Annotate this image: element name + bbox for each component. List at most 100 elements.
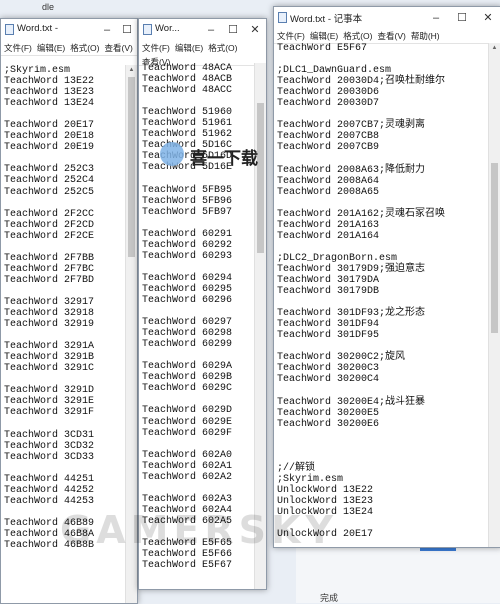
logo-icon [160,142,184,166]
text-line: TeachWord 6029A [142,361,233,373]
text-line: ;Skyrim.esm [4,65,71,76]
text-line: TeachWord E5F67 [142,560,233,572]
vertical-scrollbar[interactable]: ▲ [488,43,500,547]
maximize-button[interactable]: ☐ [449,7,475,29]
text-line [277,153,488,164]
text-line [277,441,488,452]
text-line: TeachWord 48ACC [142,85,233,97]
text-line: TeachWord 6029F [142,427,233,439]
text-area[interactable]: TeachWord E5F67 ;DLC1_DawnGuard.esm TeachW… [274,43,488,547]
text-line [277,297,488,308]
text-line: ;DLC1_DawnGuard.esm [277,65,392,77]
menu-file[interactable]: 文件(F) [274,29,307,43]
text-line [142,350,254,361]
scroll-thumb[interactable] [128,77,135,257]
menu-help[interactable]: 帮助(H) [408,29,442,43]
notepad-icon [143,24,152,35]
watermark-logo: 喜一下载 [160,140,280,174]
text-line: TeachWord 48ACA [142,63,233,74]
text-line: TeachWord 51962 [142,129,233,141]
text-line: TeachWord 201A163 [277,219,380,231]
status-text: 完成 [320,593,339,603]
title-bar[interactable]: Wor... – ☐ ✕ [139,19,266,41]
text-line: TeachWord 6029B [142,372,233,384]
text-line: TeachWord 201A162;灵魂石冢召唤 [277,208,446,220]
text-line: TeachWord 252C3 [4,164,95,176]
text-line: ;DLC2_DragonBorn.esm [277,252,398,264]
text-line [277,452,488,463]
menu-bar: 文件(F)编辑(E)格式(O)查看(V) [1,41,137,56]
text-line: TeachWord 30200C2;旋风 [277,352,406,364]
notepad-window-2: Wor... – ☐ ✕ 文件(F) 编辑(E) 格式(O)查看(V) TeachW… [138,18,267,590]
text-line: TeachWord 2F7BB [4,252,95,264]
text-line [277,242,488,253]
text-line: TeachWord 3CD32 [4,440,95,452]
text-line: TeachWord 3CD31 [4,429,95,441]
scroll-thumb[interactable] [257,103,264,253]
text-line: TeachWord 20030D6 [277,87,380,99]
text-line: TeachWord 301DF95 [277,330,380,342]
minimize-button[interactable]: – [200,19,222,41]
close-button[interactable]: ✕ [475,7,500,29]
text-line [142,306,254,317]
title-bar[interactable]: Word.txt - 记事本 – ☐ ✕ [274,7,500,29]
text-line: TeachWord 6029C [142,383,233,395]
notepad-icon [5,24,14,35]
menu-edit[interactable]: 编辑(E) [307,29,340,43]
text-line: TeachWord 3291A [4,341,95,353]
text-line [277,430,488,441]
text-line: TeachWord 2F2CC [4,208,95,220]
text-line: TeachWord 20E17 [4,120,95,132]
text-line: TeachWord 48ACB [142,74,233,86]
text-line: TeachWord 3CD33 [4,451,95,463]
minimize-button[interactable]: – [423,7,449,29]
text-line: TeachWord 20030D4;召唤杜耐维尔 [277,76,446,88]
text-line: TeachWord 30200E6 [277,418,380,430]
text-line: TeachWord 602A0 [142,449,233,461]
menu-file[interactable]: 文件(F) [1,41,34,55]
text-line: TeachWord 30200E4;战斗狂暴 [277,396,426,408]
text-line [4,198,125,209]
menu-edit[interactable]: 编辑(E) [34,41,67,55]
scroll-up-icon[interactable]: ▲ [126,65,137,75]
text-line: TeachWord 30200C3 [277,363,380,375]
scroll-up-icon[interactable]: ▲ [489,43,500,53]
menu-format[interactable]: 格式(O) [67,41,101,55]
menu-view[interactable]: 查看(V) [374,29,407,43]
menu-edit[interactable]: 编辑(E) [172,41,205,55]
text-line: TeachWord 51960 [142,107,233,119]
text-line [142,439,254,450]
maximize-button[interactable]: ☐ [222,19,244,41]
text-line: TeachWord 2007CB9 [277,142,380,154]
text-line: TeachWord 13E24 [4,98,95,110]
desktop-icon-label[interactable]: dle [42,2,54,12]
text-line: TeachWord 20030D7 [277,98,380,110]
minimize-button[interactable]: – [97,19,117,41]
text-line [4,109,125,120]
text-line [142,218,254,229]
menu-format[interactable]: 格式(O) [205,41,239,55]
text-line: TeachWord 3291B [4,352,95,364]
text-line: TeachWord 2F2CD [4,219,95,231]
text-line: TeachWord E5F67 [277,43,368,54]
text-line [142,483,254,494]
text-line: TeachWord 60291 [142,228,233,240]
text-line: TeachWord 51961 [142,118,233,130]
text-line [142,262,254,273]
text-line [277,109,488,120]
notepad-window-3: Word.txt - 记事本 – ☐ ✕ 文件(F) 编辑(E) 格式(O) 查看(V… [273,6,500,548]
menu-file[interactable]: 文件(F) [139,41,172,55]
title-bar[interactable]: Word.txt - – ☐ [1,19,137,41]
menu-view[interactable]: 查看(V) [101,41,134,55]
text-line [4,374,125,385]
maximize-button[interactable]: ☐ [117,19,137,41]
text-line: TeachWord 2008A64 [277,175,380,187]
text-line: TeachWord 301DF93;龙之形态 [277,308,426,320]
text-line [4,286,125,297]
text-line: UnlockWord 13E23 [277,495,374,507]
scroll-thumb[interactable] [491,163,498,333]
text-line: TeachWord 2F7BC [4,263,95,275]
close-button[interactable]: ✕ [244,19,266,41]
menu-format[interactable]: 格式(O) [340,29,374,43]
text-line: TeachWord 201A164 [277,230,380,242]
